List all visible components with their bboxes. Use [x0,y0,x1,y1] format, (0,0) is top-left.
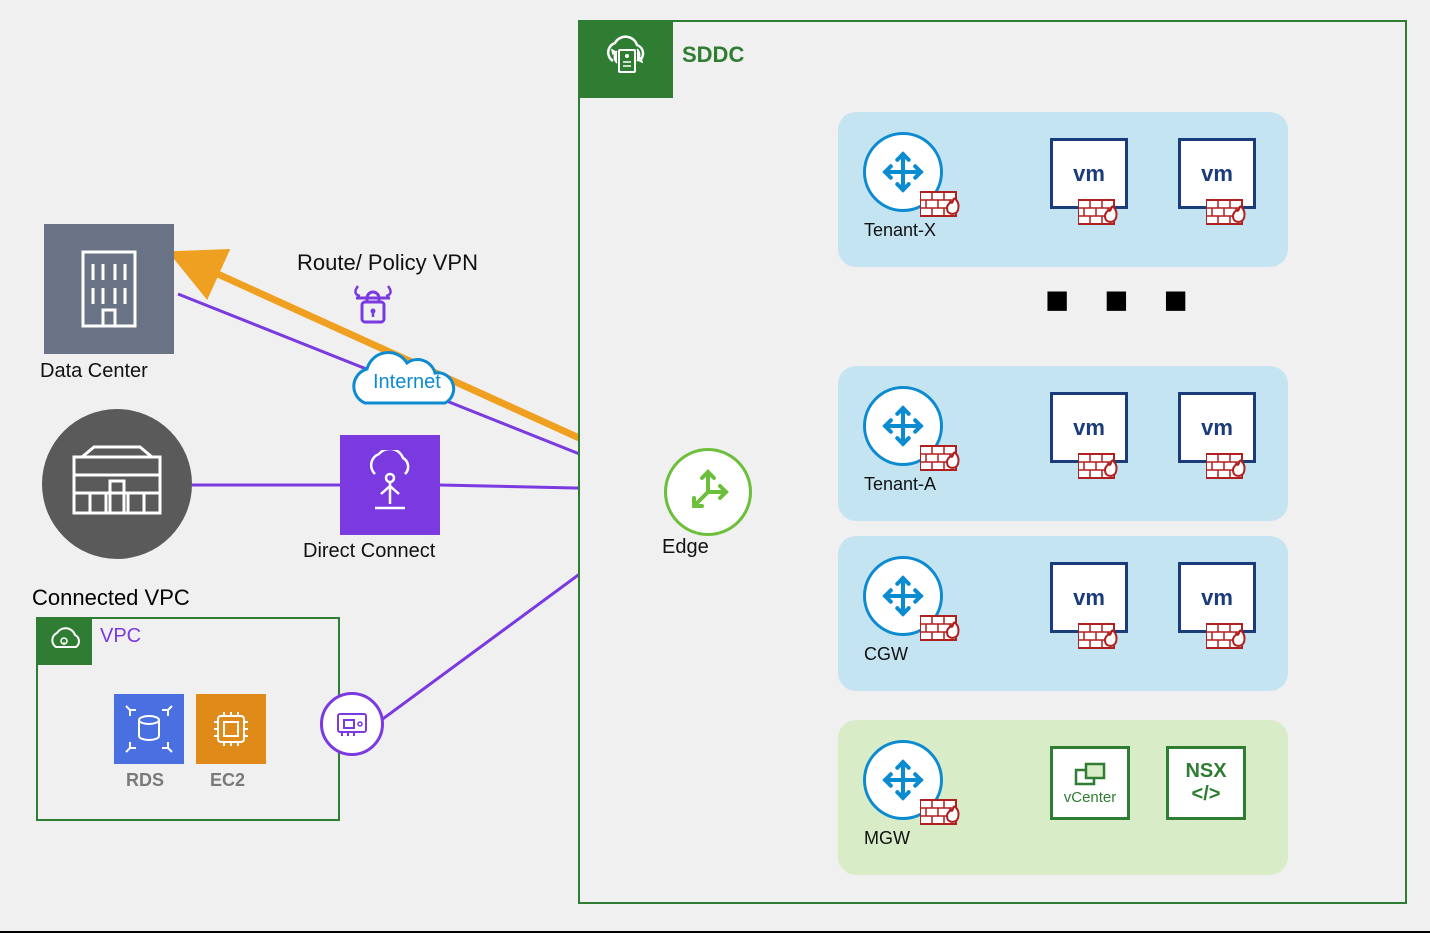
vpn-label: Route/ Policy VPN [297,250,478,276]
edge-label: Edge [662,536,709,559]
vcenter-icon [1073,761,1107,787]
tenant-a-vm2-fw-icon [1206,450,1258,491]
tenant-x-vm2-fw-icon [1206,196,1258,237]
datacenter-icon [44,224,174,354]
facility-icon [42,409,192,559]
tenant-x-label: Tenant-X [864,220,936,241]
ec2-label: EC2 [210,770,245,791]
vcenter-box: vCenter [1050,746,1130,820]
cgw-vm2-fw-icon [1206,620,1258,661]
nsx-label1: NSX [1185,760,1226,783]
direct-connect-icon [340,435,440,535]
mgw-firewall-icon [920,796,972,837]
tenant-a-vm1-fw-icon [1078,450,1130,491]
cgw-vm1-fw-icon [1078,620,1130,661]
direct-connect-label: Direct Connect [303,540,435,563]
vpc-label: VPC [100,625,141,648]
sddc-icon [578,20,673,98]
cgw-label: CGW [864,644,908,665]
sddc-label: SDDC [682,42,744,68]
internet-label: Internet [373,371,441,394]
nic-icon [320,692,384,756]
tenant-a-label: Tenant-A [864,474,936,495]
vpc-icon [36,617,92,665]
rds-label: RDS [126,770,164,791]
ellipsis: ■ ■ ■ [1045,278,1200,323]
internet-cloud: Internet [335,345,475,415]
tenant-x-vm1-fw-icon [1078,196,1130,237]
connected-vpc-label: Connected VPC [32,585,190,611]
nsx-label2: </> [1192,783,1221,806]
cgw-firewall-icon [920,612,972,653]
ec2-icon [196,694,266,764]
rds-icon [114,694,184,764]
vpn-lock-icon [350,278,396,335]
mgw-label: MGW [864,828,910,849]
nsx-box: NSX </> [1166,746,1246,820]
edge-router-icon [664,448,752,536]
datacenter-label: Data Center [40,360,148,383]
vcenter-label: vCenter [1064,789,1117,806]
